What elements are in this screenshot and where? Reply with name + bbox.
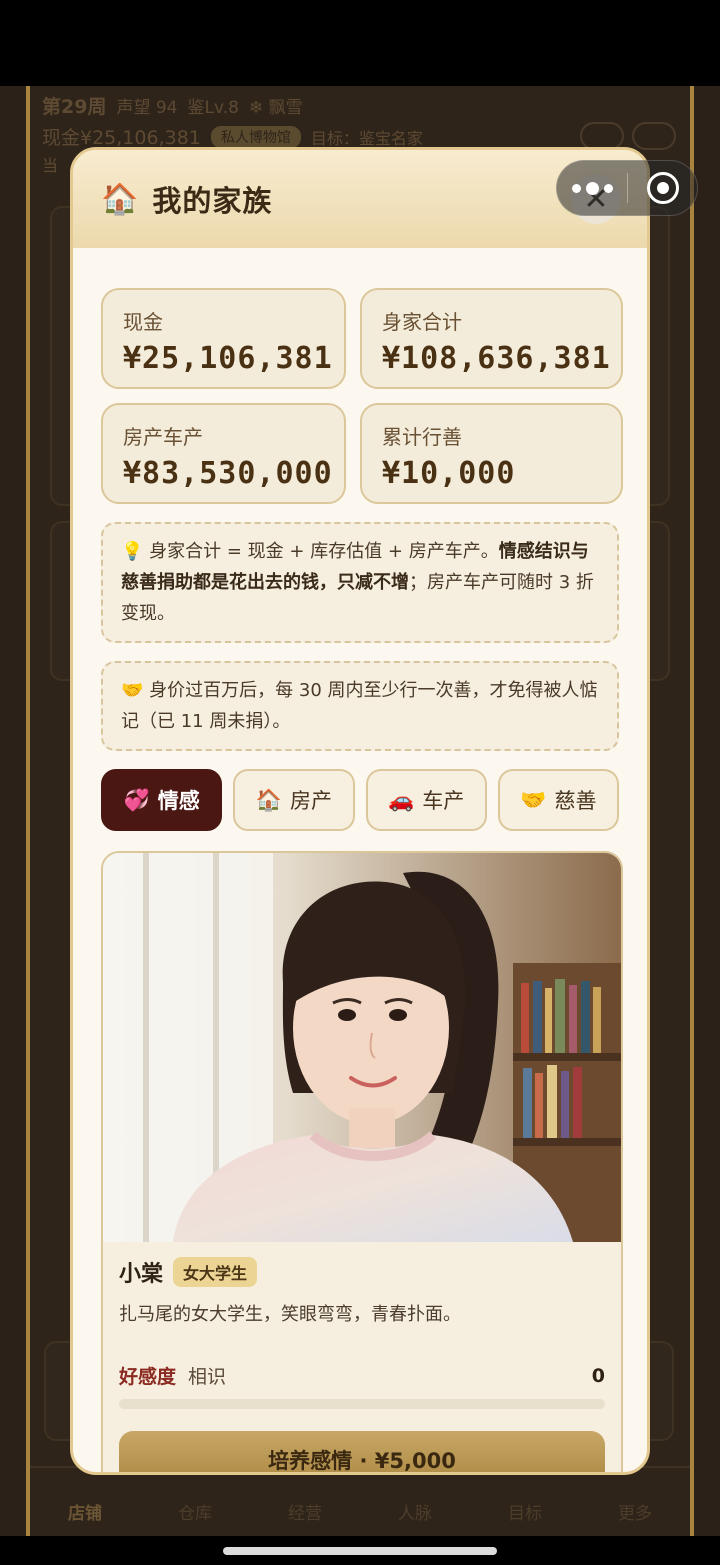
bg-weather: ❄ 飘雪 <box>248 98 303 118</box>
stat-value: ¥25,106,381 <box>123 341 333 376</box>
stat-property: 房产车产 ¥83,530,000 <box>101 403 346 504</box>
stat-label: 房产车产 <box>123 425 203 449</box>
person-photo-illustration <box>103 853 621 1242</box>
handshake-icon: 🤝 <box>121 680 144 701</box>
favor-label: 好感度 <box>119 1366 177 1388</box>
stat-value: ¥83,530,000 <box>123 456 333 491</box>
bg-week: 第29周 <box>42 96 107 118</box>
favor-value: 0 <box>591 1364 605 1387</box>
stat-label: 身家合计 <box>382 310 462 334</box>
stat-net-worth: 身家合计 ¥108,636,381 <box>360 288 623 389</box>
note-text: 身价过百万后，每 30 周内至少行一次善，才免得被人惦记（已 11 周未捐）。 <box>121 680 598 732</box>
screen: 第29周 声望 94 鉴Lv.8 ❄ 飘雪 现金¥25,106,381 私人博物… <box>0 0 720 1565</box>
tab-charity[interactable]: 🤝 慈善 <box>497 769 619 831</box>
stat-value: ¥108,636,381 <box>382 341 611 376</box>
note-text: 身家合计 = 现金 + 库存估值 + 房产车产。 <box>149 541 499 562</box>
favor-progress-bar <box>119 1399 605 1409</box>
tab-label: 慈善 <box>554 789 597 813</box>
tab-bar: 💞 情感 🏠 房产 🚗 车产 🤝 慈善 <box>101 769 619 831</box>
background-nav: 店铺 仓库 经营 人脉 目标 更多 <box>30 1466 690 1536</box>
stat-charity: 累计行善 ¥10,000 <box>360 403 623 504</box>
favor-row: 好感度 相识 0 <box>119 1362 605 1389</box>
stat-cash: 现金 ¥25,106,381 <box>101 288 346 389</box>
bg-goal: 目标：鉴宝名家 <box>310 128 423 148</box>
person-card: 小棠 女大学生 扎马尾的女大学生，笑眼弯弯，青春扑面。 好感度 相识 0 培养感… <box>101 851 623 1472</box>
tab-label: 车产 <box>422 789 465 813</box>
modal-title: 我的家族 <box>152 184 273 218</box>
person-photo <box>103 853 621 1242</box>
person-info: 小棠 女大学生 扎马尾的女大学生，笑眼弯弯，青春扑面。 好感度 相识 0 培养感… <box>103 1242 621 1472</box>
stats-grid: 现金 ¥25,106,381 身家合计 ¥108,636,381 房产车产 ¥8… <box>101 288 623 504</box>
bg-shop-chip: 私人博物馆 <box>210 125 301 148</box>
handshake-icon: 🤝 <box>520 787 547 812</box>
tab-vehicle[interactable]: 🚗 车产 <box>365 769 487 831</box>
favor-level: 相识 <box>188 1366 227 1388</box>
bg-nav-item: 经营 <box>288 1504 322 1524</box>
lightbulb-icon: 💡 <box>121 541 144 562</box>
bg-nav-item: 更多 <box>618 1504 652 1524</box>
bg-lock-pill <box>632 122 676 150</box>
home-indicator[interactable] <box>223 1547 497 1555</box>
stat-label: 累计行善 <box>382 425 462 449</box>
hearts-icon: 💞 <box>123 787 150 812</box>
person-tag: 女大学生 <box>173 1257 258 1287</box>
bg-nav-item: 目标 <box>508 1504 542 1524</box>
bg-reputation: 声望 94 <box>116 98 178 118</box>
tab-emotion[interactable]: 💞 情感 <box>101 769 223 831</box>
more-dots-icon[interactable] <box>557 161 627 215</box>
tab-label: 房产 <box>289 789 332 813</box>
bg-cash: 现金¥25,106,381 <box>42 127 201 149</box>
house-icon: 🏠 <box>255 787 282 812</box>
modal-body: 现金 ¥25,106,381 身家合计 ¥108,636,381 房产车产 ¥8… <box>73 248 647 1472</box>
house-icon: 🏠 <box>101 181 139 217</box>
person-name: 小棠 <box>119 1262 164 1287</box>
bg-nav-item: 人脉 <box>398 1504 432 1524</box>
bg-level: 鉴Lv.8 <box>187 98 239 118</box>
person-description: 扎马尾的女大学生，笑眼弯弯，青春扑面。 <box>119 1304 461 1325</box>
car-icon: 🚗 <box>388 787 415 812</box>
bg-nav-item: 仓库 <box>178 1504 212 1524</box>
charity-note: 🤝 身价过百万后，每 30 周内至少行一次善，才免得被人惦记（已 11 周未捐）… <box>101 661 619 751</box>
tab-label: 情感 <box>157 789 200 813</box>
cultivate-button[interactable]: 培养感情 · ¥5,000 <box>119 1431 605 1472</box>
miniprogram-capsule <box>556 160 698 216</box>
target-close-icon[interactable] <box>628 161 697 215</box>
family-modal: 🏠 我的家族 ✕ 现金 ¥25,106,381 身家合计 ¥108,636,38… <box>70 147 650 1475</box>
stat-value: ¥10,000 <box>382 456 516 491</box>
bg-nav-item: 店铺 <box>68 1504 102 1524</box>
tab-property[interactable]: 🏠 房产 <box>233 769 355 831</box>
stat-label: 现金 <box>123 310 163 334</box>
bg-eye-pill <box>580 122 624 150</box>
info-note: 💡 身家合计 = 现金 + 库存估值 + 房产车产。情感结识与慈善捐助都是花出去… <box>101 522 619 643</box>
